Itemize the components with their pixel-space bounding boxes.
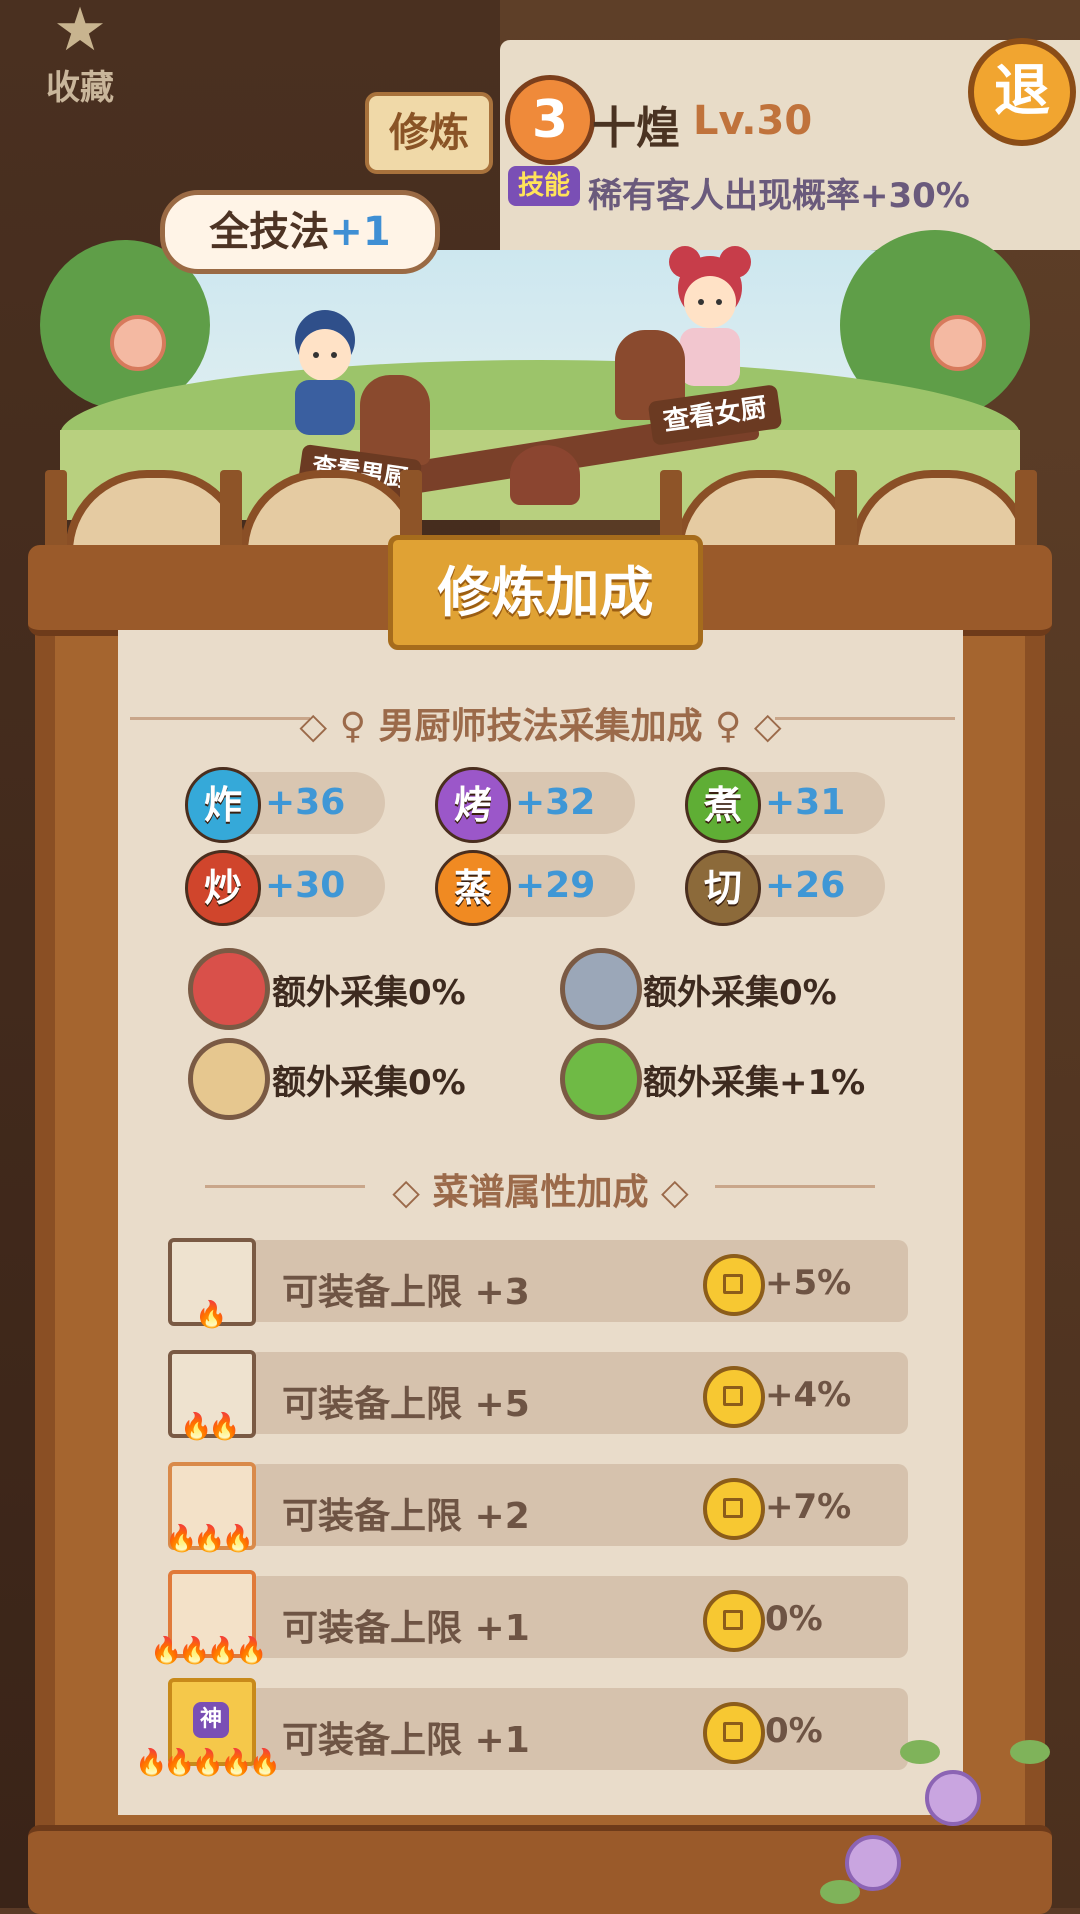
skill-char: 炸 [203, 783, 242, 827]
blossom-icon [930, 315, 986, 371]
recipe-label: 可装备上限 +1 [282, 1720, 530, 1761]
panel-title: 修炼加成 [388, 535, 703, 650]
recipe-value: +4% [765, 1375, 852, 1415]
bubble-text: 全技法 [209, 209, 330, 255]
section-deco-icon: ♀ ◇ [702, 706, 782, 747]
vegetable-icon [560, 1038, 642, 1120]
coin-icon [703, 1366, 765, 1428]
chef-rank-badge: 3 [505, 75, 595, 165]
section-deco-icon: ◇ [392, 1172, 433, 1213]
section-deco-icon: ◇ ♀ [299, 706, 379, 747]
skill-char: 切 [703, 866, 742, 910]
chef-level: Lv.30 [693, 98, 813, 144]
train-button[interactable]: 修炼 [365, 92, 493, 174]
gather-text: 额外采集0% [272, 1063, 466, 1103]
skill-value: +36 [265, 782, 346, 823]
skill-cut-icon: 切 [685, 850, 761, 926]
skill-value: +32 [515, 782, 596, 823]
skill-steam-icon: 蒸 [435, 850, 511, 926]
recipe-value: +7% [765, 1487, 852, 1527]
hobby-horse-left [360, 375, 430, 465]
blossom-icon [110, 315, 166, 371]
section1-title-text: 男厨师技法采集加成 [378, 706, 703, 747]
skill-stirfry-icon: 炒 [185, 850, 261, 926]
skill-value: +31 [765, 782, 846, 823]
skill-fry-icon: 炸 [185, 767, 261, 843]
skill-description: 稀有客人出现概率+30% [588, 176, 970, 216]
leaf-icon [1010, 1740, 1050, 1764]
skill-value: +29 [515, 865, 596, 906]
bubble-bonus: +1 [329, 209, 391, 255]
meat-icon [188, 948, 270, 1030]
gather-text: 额外采集0% [643, 973, 837, 1013]
leaf-icon [820, 1880, 860, 1904]
flour-icon [188, 1038, 270, 1120]
favorites-label: 收藏 [46, 68, 114, 108]
coin-hole [723, 1498, 743, 1518]
gather-text: 额外采集+1% [643, 1063, 866, 1103]
coin-icon [703, 1254, 765, 1316]
recipe-label: 可装备上限 +1 [282, 1608, 530, 1649]
fish-icon [560, 948, 642, 1030]
favorites-button[interactable]: ★ 收藏 [20, 0, 140, 110]
flame-icon: 🔥🔥 [180, 1412, 241, 1442]
recipe-value: 0% [765, 1711, 823, 1751]
recipe-label: 可装备上限 +2 [282, 1496, 530, 1537]
recipe-value: +5% [765, 1263, 852, 1303]
skill-char: 蒸 [453, 866, 492, 910]
divine-badge: 神 [193, 1702, 229, 1738]
coin-icon [703, 1702, 765, 1764]
section-title-male-skills: ◇ ♀ 男厨师技法采集加成 ♀ ◇ [118, 697, 963, 749]
star-icon: ★ [53, 0, 107, 65]
flame-icon: 🔥 [195, 1300, 227, 1330]
leaf-icon [900, 1740, 940, 1764]
skill-char: 炒 [203, 866, 242, 910]
skill-value: +26 [765, 865, 846, 906]
skill-char: 烤 [453, 783, 492, 827]
skill-roast-icon: 烤 [435, 767, 511, 843]
skill-char: 煮 [703, 783, 742, 827]
coin-hole [723, 1274, 743, 1294]
coin-icon [703, 1590, 765, 1652]
recipe-label: 可装备上限 +5 [282, 1384, 530, 1425]
chef-name: 十煌 [592, 103, 680, 154]
flower-icon [925, 1770, 981, 1826]
skill-tag: 技能 [508, 166, 580, 206]
gather-text: 额外采集0% [272, 973, 466, 1013]
coin-hole [723, 1722, 743, 1742]
coin-icon [703, 1478, 765, 1540]
exit-button[interactable]: 退 [968, 38, 1076, 146]
recipe-label: 可装备上限 +3 [282, 1272, 530, 1313]
flame-icon: 🔥🔥🔥🔥 [150, 1636, 267, 1666]
coin-hole [723, 1386, 743, 1406]
coin-hole [723, 1610, 743, 1630]
section2-title-text: 菜谱属性加成 [432, 1172, 649, 1213]
flame-icon: 🔥🔥🔥🔥🔥 [135, 1748, 281, 1778]
seesaw-fulcrum [510, 445, 580, 505]
skill-boil-icon: 煮 [685, 767, 761, 843]
section-title-recipes: ◇ 菜谱属性加成 ◇ [118, 1163, 963, 1215]
recipe-value: 0% [765, 1599, 823, 1639]
skill-bonus-bubble: 全技法+1 [160, 190, 440, 274]
skill-value: +30 [265, 865, 346, 906]
flame-icon: 🔥🔥🔥 [165, 1524, 254, 1554]
section-deco-icon: ◇ [648, 1172, 689, 1213]
